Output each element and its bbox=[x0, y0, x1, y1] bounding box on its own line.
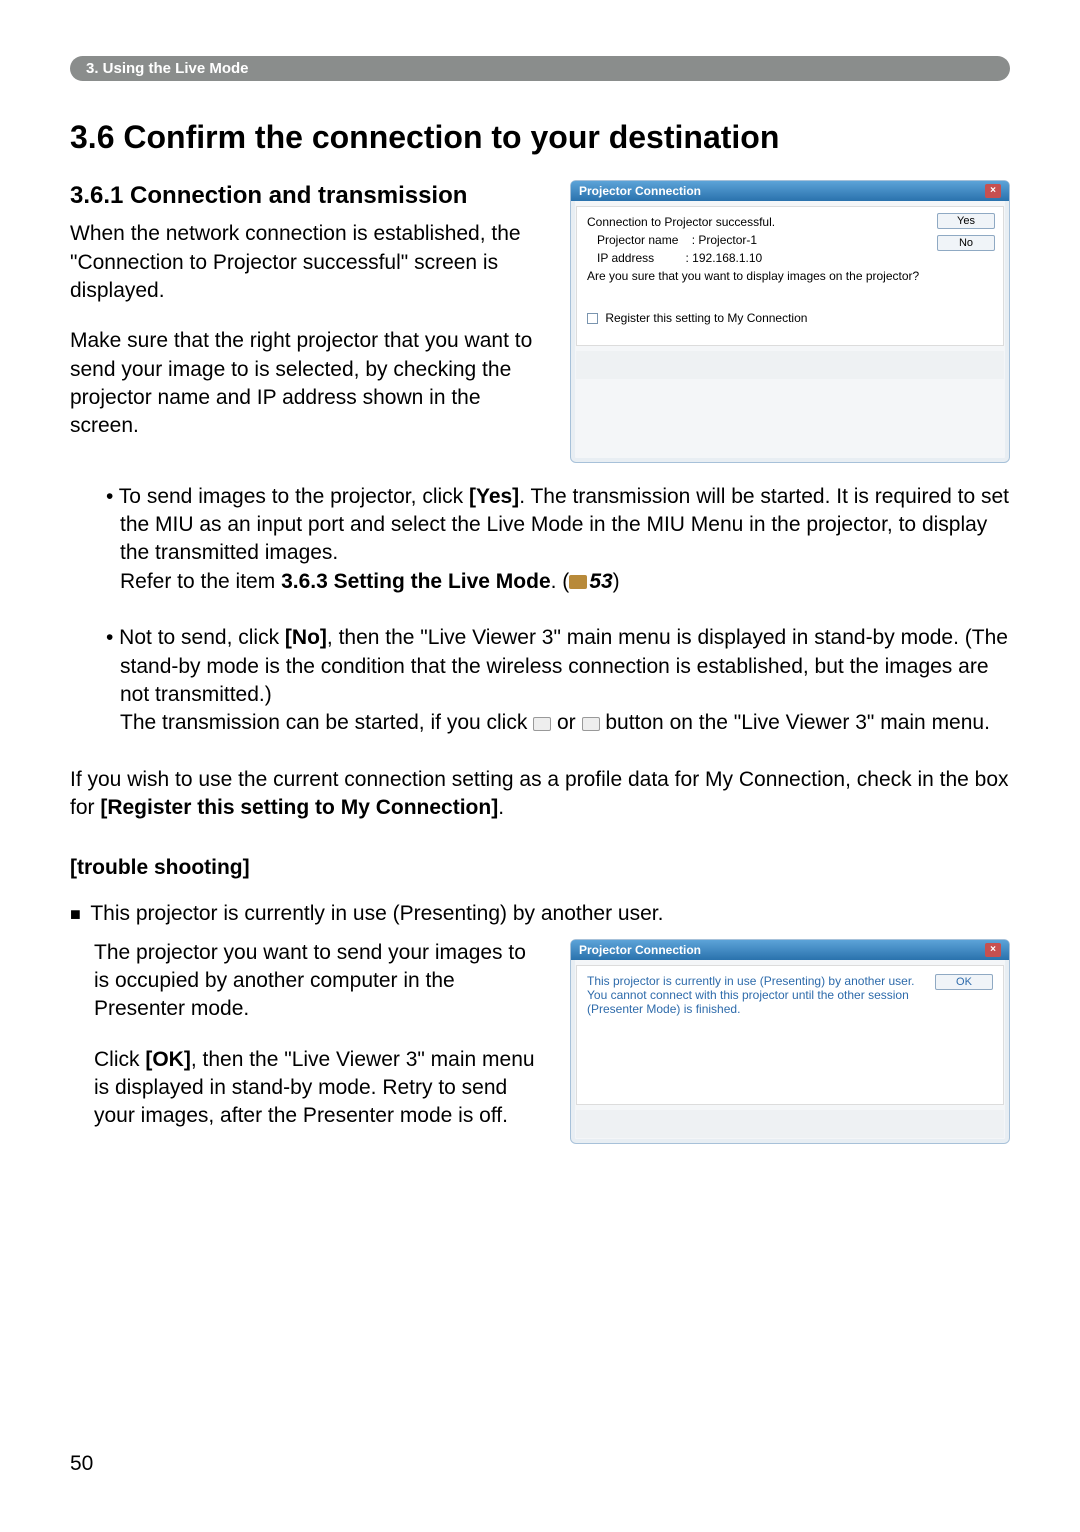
list-item: ■ This projector is currently in use (Pr… bbox=[70, 900, 1010, 928]
bullet-item: • Not to send, click [No], then the "Liv… bbox=[106, 624, 1010, 737]
paragraph: When the network connection is establish… bbox=[70, 220, 546, 305]
value: : 192.168.1.10 bbox=[686, 251, 763, 265]
dialog-title-text: Projector Connection bbox=[579, 943, 701, 957]
subsection-heading: [trouble shooting] bbox=[70, 856, 1010, 880]
paragraph: The projector you want to send your imag… bbox=[94, 939, 546, 1024]
capture-icon bbox=[533, 717, 551, 731]
label: Projector name bbox=[597, 233, 678, 247]
dialog-footer bbox=[576, 351, 1004, 379]
value: : Projector-1 bbox=[692, 233, 757, 247]
section-heading: 3.6.1 Connection and transmission bbox=[70, 180, 546, 212]
dialog-footer bbox=[576, 1110, 1004, 1138]
dialog-text: Are you sure that you want to display im… bbox=[587, 269, 993, 283]
checkbox-icon bbox=[587, 313, 598, 324]
dialog-screenshot: Projector Connection × OK This projector… bbox=[570, 939, 1010, 1144]
close-icon: × bbox=[985, 184, 1001, 198]
square-bullet-icon: ■ bbox=[70, 904, 81, 924]
checkbox-label: Register this setting to My Connection bbox=[605, 311, 807, 325]
paragraph: Click [OK], then the "Live Viewer 3" mai… bbox=[94, 1046, 546, 1131]
dialog-text: Connection to Projector successful. bbox=[587, 215, 993, 229]
paragraph: Make sure that the right projector that … bbox=[70, 327, 546, 440]
breadcrumb: 3. Using the Live Mode bbox=[70, 56, 1010, 81]
ok-button: OK bbox=[935, 974, 993, 990]
book-icon bbox=[569, 575, 587, 589]
dialog-title-text: Projector Connection bbox=[579, 184, 701, 198]
display-icon bbox=[582, 717, 600, 731]
dialog-text: This projector is currently in use (Pres… bbox=[587, 974, 993, 1016]
label: IP address bbox=[597, 251, 654, 265]
bullet-item: • To send images to the projector, click… bbox=[106, 483, 1010, 596]
no-button: No bbox=[937, 235, 995, 251]
page-title: 3.6 Confirm the connection to your desti… bbox=[70, 119, 1010, 156]
yes-button: Yes bbox=[937, 213, 995, 229]
page-number: 50 bbox=[70, 1452, 93, 1476]
close-icon: × bbox=[985, 943, 1001, 957]
paragraph: If you wish to use the current connectio… bbox=[70, 766, 1010, 823]
dialog-screenshot: Projector Connection × Yes No Connection… bbox=[570, 180, 1010, 463]
